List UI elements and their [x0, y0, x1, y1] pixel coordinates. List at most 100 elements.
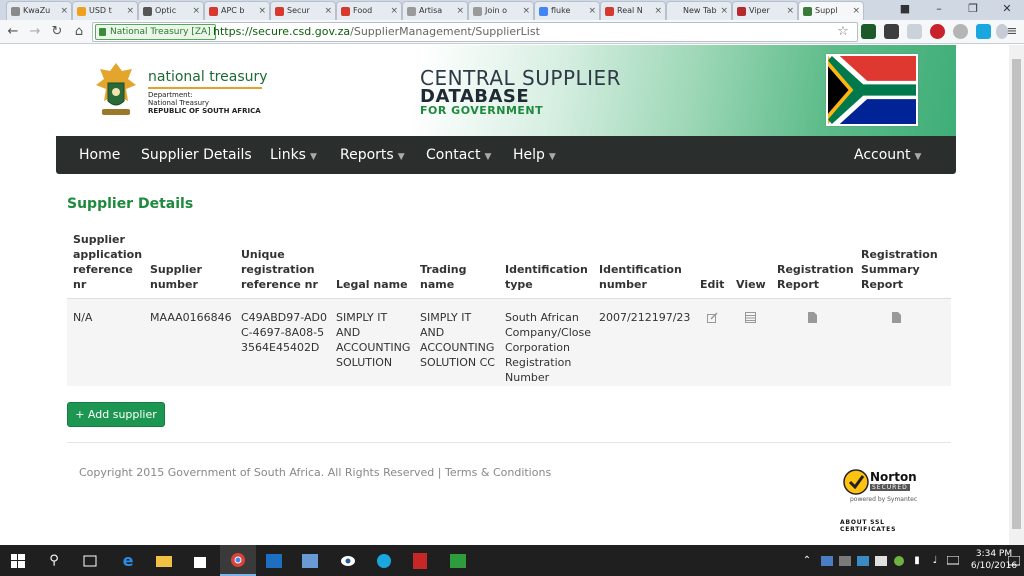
add-supplier-button[interactable]: + Add supplier — [67, 402, 165, 427]
acrobat-icon[interactable] — [402, 545, 438, 576]
url-bar[interactable]: National Treasury [ZA] https://secure.cs… — [92, 22, 858, 42]
browser-tab[interactable]: USD t × — [72, 1, 138, 20]
dept-line-2: National Treasury — [148, 99, 210, 107]
tab-close-icon[interactable]: × — [588, 2, 596, 20]
extension-icon[interactable] — [861, 24, 876, 39]
tab-close-icon[interactable]: × — [522, 2, 530, 20]
tray-app-icon[interactable] — [890, 545, 908, 576]
extension-icon[interactable] — [953, 24, 968, 39]
reload-icon[interactable]: ↻ — [48, 23, 66, 41]
nav-links[interactable]: Links ▼ — [270, 136, 317, 174]
tab-close-icon[interactable]: × — [258, 2, 266, 20]
page-scrollbar[interactable] — [1009, 45, 1024, 545]
column-header-trading-name: Trading name — [420, 263, 467, 291]
tab-close-icon[interactable]: × — [60, 2, 68, 20]
tab-close-icon[interactable]: × — [390, 2, 398, 20]
extension-icon[interactable] — [907, 24, 922, 39]
tray-app-icon[interactable] — [854, 545, 872, 576]
outlook-icon[interactable] — [256, 545, 292, 576]
browser-tab[interactable]: Suppl × — [798, 1, 864, 21]
tab-label: New Tab — [683, 6, 717, 15]
tab-label: USD t — [89, 6, 112, 15]
browser-tab[interactable]: Real N × — [600, 1, 666, 20]
bookmark-star-icon[interactable]: ☆ — [834, 23, 852, 41]
tab-close-icon[interactable]: × — [786, 2, 794, 20]
tab-close-icon[interactable]: × — [720, 2, 728, 20]
menu-icon[interactable]: ≡ — [1004, 23, 1020, 41]
app-green-icon[interactable] — [440, 545, 476, 576]
tray-app-icon[interactable] — [872, 545, 890, 576]
tab-close-icon[interactable]: × — [852, 2, 860, 20]
windows-start-icon[interactable] — [0, 545, 36, 576]
store-icon[interactable] — [182, 545, 218, 576]
tray-app-icon[interactable] — [818, 545, 836, 576]
copyright-text[interactable]: Copyright 2015 Government of South Afric… — [79, 466, 551, 479]
minimize-button[interactable]: – — [922, 0, 956, 20]
browser-tab[interactable]: Viper × — [732, 1, 798, 20]
view-list-icon[interactable] — [745, 312, 756, 323]
nav-account[interactable]: Account ▼ — [854, 136, 921, 174]
browser-tab[interactable]: fluke × — [534, 1, 600, 20]
browser-tab[interactable]: New Tab × — [666, 1, 732, 20]
nav-home[interactable]: Home — [79, 136, 120, 174]
home-icon[interactable]: ⌂ — [70, 23, 88, 41]
column-header-view: View — [736, 278, 766, 291]
browser-tab[interactable]: Artisa × — [402, 1, 468, 20]
nav-reports[interactable]: Reports ▼ — [340, 136, 405, 174]
browser-tab[interactable]: Food × — [336, 1, 402, 20]
norton-seal[interactable]: Norton SECURED powered by Symantec ABOUT… — [838, 466, 930, 533]
norton-secured: SECURED — [870, 484, 910, 491]
nav-help[interactable]: Help ▼ — [513, 136, 556, 174]
nav-supplier-details[interactable]: Supplier Details — [141, 136, 252, 174]
tab-favicon-icon — [275, 7, 284, 16]
tab-close-icon[interactable]: × — [126, 2, 134, 20]
task-view-icon[interactable] — [72, 545, 108, 576]
eye-app-icon[interactable] — [330, 545, 366, 576]
tab-close-icon[interactable]: × — [324, 2, 332, 20]
user-profile-icon[interactable]: ■ — [888, 0, 922, 20]
browser-tab[interactable]: APC b × — [204, 1, 270, 20]
tab-close-icon[interactable]: × — [192, 2, 200, 20]
close-window-button[interactable]: ✕ — [990, 0, 1024, 20]
battery-icon[interactable]: ▮ — [908, 545, 926, 576]
tray-chevron-icon[interactable]: ⌃ — [798, 545, 816, 576]
skype-icon[interactable] — [976, 24, 991, 39]
url-text[interactable]: https://secure.csd.gov.za/SupplierManage… — [213, 23, 540, 41]
forward-arrow-icon[interactable]: → — [26, 23, 44, 41]
edit-icon[interactable] — [707, 312, 718, 323]
scrollbar-thumb[interactable] — [1012, 59, 1021, 529]
file-explorer-icon[interactable] — [146, 545, 182, 576]
volume-icon[interactable]: ♩ — [926, 545, 944, 576]
caret-down-icon: ▼ — [914, 152, 922, 162]
network-icon[interactable] — [944, 545, 962, 576]
coat-of-arms-icon — [96, 63, 136, 115]
back-arrow-icon[interactable]: ← — [4, 23, 22, 41]
chrome-icon[interactable] — [220, 545, 256, 576]
browser-tab[interactable]: Optic × — [138, 1, 204, 20]
browser-tab[interactable]: KwaZu × — [6, 1, 72, 20]
nav-contact[interactable]: Contact ▼ — [426, 136, 491, 174]
edge-icon[interactable]: e — [110, 545, 146, 576]
tab-favicon-icon — [77, 7, 86, 16]
maximize-button[interactable]: ❐ — [956, 0, 990, 20]
tab-label: Suppl — [815, 6, 838, 15]
tab-close-icon[interactable]: × — [456, 2, 464, 20]
tab-close-icon[interactable]: × — [654, 2, 662, 20]
extension-icon[interactable] — [884, 24, 899, 39]
browser-tab[interactable]: Join o × — [468, 1, 534, 20]
notifications-icon[interactable] — [1004, 545, 1024, 576]
column-header-unique-ref: Unique registration reference nr — [241, 248, 318, 291]
search-icon[interactable]: ⚲ — [36, 545, 72, 576]
registration-report-document-icon[interactable] — [808, 312, 817, 323]
secure-chip[interactable]: National Treasury [ZA] — [95, 24, 216, 40]
summary-report-document-icon[interactable] — [892, 312, 901, 323]
tab-label: Secur — [287, 6, 310, 15]
browser-tab[interactable]: Secur × — [270, 1, 336, 20]
pinterest-icon[interactable] — [930, 24, 945, 39]
caret-down-icon: ▼ — [309, 152, 317, 162]
skype-taskbar-icon[interactable] — [366, 545, 402, 576]
tab-favicon-icon — [539, 7, 548, 16]
tray-app-icon[interactable] — [836, 545, 854, 576]
app-icon[interactable] — [292, 545, 328, 576]
about-ssl-link[interactable]: ABOUT SSL CERTIFICATES — [840, 519, 930, 533]
